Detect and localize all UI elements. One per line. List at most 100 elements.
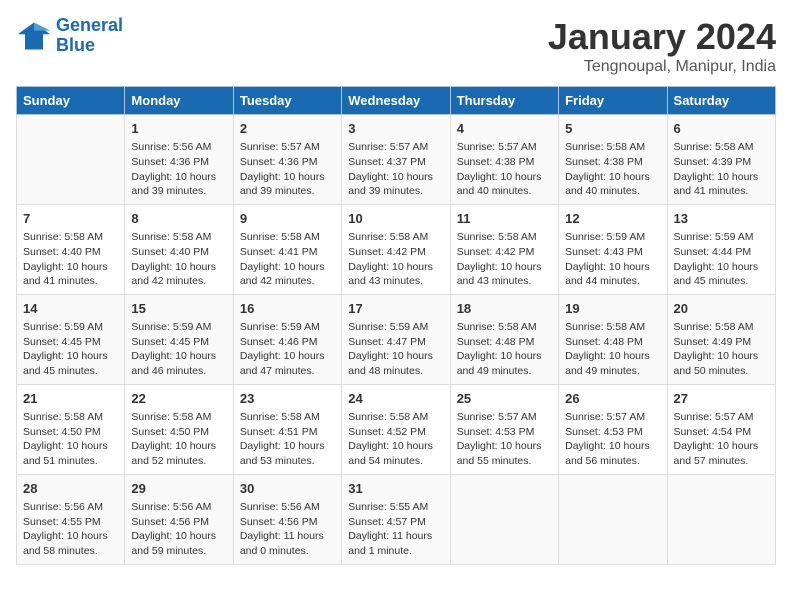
day-info: Sunrise: 5:57 AM Sunset: 4:37 PM Dayligh…	[348, 140, 443, 199]
day-number: 6	[674, 120, 769, 138]
day-number: 18	[457, 300, 552, 318]
day-number: 10	[348, 210, 443, 228]
day-number: 19	[565, 300, 660, 318]
day-number: 2	[240, 120, 335, 138]
day-number: 13	[674, 210, 769, 228]
calendar-cell: 1 Sunrise: 5:56 AM Sunset: 4:36 PM Daylig…	[125, 115, 233, 205]
calendar-cell: 5 Sunrise: 5:58 AM Sunset: 4:38 PM Daylig…	[559, 115, 667, 205]
calendar-table: SundayMondayTuesdayWednesdayThursdayFrid…	[16, 86, 776, 565]
day-info: Sunrise: 5:59 AM Sunset: 4:44 PM Dayligh…	[674, 230, 769, 289]
day-info: Sunrise: 5:56 AM Sunset: 4:36 PM Dayligh…	[131, 140, 226, 199]
calendar-header: SundayMondayTuesdayWednesdayThursdayFrid…	[17, 87, 776, 115]
day-number: 17	[348, 300, 443, 318]
calendar-cell: 11 Sunrise: 5:58 AM Sunset: 4:42 PM Dayli…	[450, 204, 558, 294]
logo-text: General Blue	[56, 16, 123, 56]
day-info: Sunrise: 5:58 AM Sunset: 4:40 PM Dayligh…	[131, 230, 226, 289]
calendar-cell: 4 Sunrise: 5:57 AM Sunset: 4:38 PM Daylig…	[450, 115, 558, 205]
week-row: 14Sunrise: 5:59 AM Sunset: 4:45 PM Dayli…	[17, 294, 776, 384]
day-number: 4	[457, 120, 552, 138]
day-number: 24	[348, 390, 443, 408]
calendar-cell: 9 Sunrise: 5:58 AM Sunset: 4:41 PM Daylig…	[233, 204, 341, 294]
calendar-cell	[667, 474, 775, 564]
day-number: 25	[457, 390, 552, 408]
calendar-cell: 30 Sunrise: 5:56 AM Sunset: 4:56 PM Dayli…	[233, 474, 341, 564]
header-day-tuesday: Tuesday	[233, 87, 341, 115]
day-info: Sunrise: 5:56 AM Sunset: 4:56 PM Dayligh…	[131, 500, 226, 559]
day-number: 27	[674, 390, 769, 408]
day-number: 1	[131, 120, 226, 138]
calendar-cell: 20 Sunrise: 5:58 AM Sunset: 4:49 PM Dayli…	[667, 294, 775, 384]
calendar-cell: 3 Sunrise: 5:57 AM Sunset: 4:37 PM Daylig…	[342, 115, 450, 205]
calendar-cell	[17, 115, 125, 205]
calendar-cell: 13 Sunrise: 5:59 AM Sunset: 4:44 PM Dayli…	[667, 204, 775, 294]
week-row: 1 Sunrise: 5:56 AM Sunset: 4:36 PM Daylig…	[17, 115, 776, 205]
header-day-wednesday: Wednesday	[342, 87, 450, 115]
day-number: 21	[23, 390, 118, 408]
logo: General Blue	[16, 16, 123, 56]
day-number: 29	[131, 480, 226, 498]
day-info: Sunrise: 5:58 AM Sunset: 4:38 PM Dayligh…	[565, 140, 660, 199]
day-info: Sunrise: 5:55 AM Sunset: 4:57 PM Dayligh…	[348, 500, 443, 559]
day-info: Sunrise: 5:58 AM Sunset: 4:41 PM Dayligh…	[240, 230, 335, 289]
day-number: 9	[240, 210, 335, 228]
day-info: Sunrise: 5:58 AM Sunset: 4:50 PM Dayligh…	[23, 410, 118, 469]
calendar-cell: 10Sunrise: 5:58 AM Sunset: 4:42 PM Dayli…	[342, 204, 450, 294]
calendar-body: 1 Sunrise: 5:56 AM Sunset: 4:36 PM Daylig…	[17, 115, 776, 565]
calendar-cell	[559, 474, 667, 564]
header: General Blue January 2024 Tengnoupal, Ma…	[16, 16, 776, 76]
calendar-cell: 2Sunrise: 5:57 AM Sunset: 4:36 PM Daylig…	[233, 115, 341, 205]
calendar-cell: 28Sunrise: 5:56 AM Sunset: 4:55 PM Dayli…	[17, 474, 125, 564]
header-day-monday: Monday	[125, 87, 233, 115]
calendar-cell: 8 Sunrise: 5:58 AM Sunset: 4:40 PM Daylig…	[125, 204, 233, 294]
calendar-cell: 22Sunrise: 5:58 AM Sunset: 4:50 PM Dayli…	[125, 384, 233, 474]
day-info: Sunrise: 5:59 AM Sunset: 4:46 PM Dayligh…	[240, 320, 335, 379]
title-area: January 2024 Tengnoupal, Manipur, India	[548, 16, 776, 76]
calendar-cell: 18Sunrise: 5:58 AM Sunset: 4:48 PM Dayli…	[450, 294, 558, 384]
day-number: 3	[348, 120, 443, 138]
day-info: Sunrise: 5:58 AM Sunset: 4:48 PM Dayligh…	[565, 320, 660, 379]
header-row: SundayMondayTuesdayWednesdayThursdayFrid…	[17, 87, 776, 115]
header-day-saturday: Saturday	[667, 87, 775, 115]
day-info: Sunrise: 5:59 AM Sunset: 4:47 PM Dayligh…	[348, 320, 443, 379]
day-number: 11	[457, 210, 552, 228]
day-info: Sunrise: 5:56 AM Sunset: 4:56 PM Dayligh…	[240, 500, 335, 559]
day-info: Sunrise: 5:58 AM Sunset: 4:40 PM Dayligh…	[23, 230, 118, 289]
header-day-sunday: Sunday	[17, 87, 125, 115]
day-info: Sunrise: 5:57 AM Sunset: 4:54 PM Dayligh…	[674, 410, 769, 469]
logo-icon	[16, 18, 52, 54]
day-number: 31	[348, 480, 443, 498]
calendar-cell: 12 Sunrise: 5:59 AM Sunset: 4:43 PM Dayli…	[559, 204, 667, 294]
calendar-cell: 17 Sunrise: 5:59 AM Sunset: 4:47 PM Dayli…	[342, 294, 450, 384]
day-info: Sunrise: 5:59 AM Sunset: 4:45 PM Dayligh…	[23, 320, 118, 379]
calendar-cell: 16 Sunrise: 5:59 AM Sunset: 4:46 PM Dayli…	[233, 294, 341, 384]
calendar-cell	[450, 474, 558, 564]
day-number: 5	[565, 120, 660, 138]
calendar-cell: 6Sunrise: 5:58 AM Sunset: 4:39 PM Daylig…	[667, 115, 775, 205]
day-number: 12	[565, 210, 660, 228]
day-info: Sunrise: 5:58 AM Sunset: 4:49 PM Dayligh…	[674, 320, 769, 379]
day-number: 30	[240, 480, 335, 498]
calendar-cell: 27 Sunrise: 5:57 AM Sunset: 4:54 PM Dayli…	[667, 384, 775, 474]
calendar-title: January 2024	[548, 16, 776, 58]
calendar-cell: 23Sunrise: 5:58 AM Sunset: 4:51 PM Dayli…	[233, 384, 341, 474]
day-info: Sunrise: 5:58 AM Sunset: 4:42 PM Dayligh…	[457, 230, 552, 289]
header-day-friday: Friday	[559, 87, 667, 115]
week-row: 7 Sunrise: 5:58 AM Sunset: 4:40 PM Daylig…	[17, 204, 776, 294]
calendar-cell: 14Sunrise: 5:59 AM Sunset: 4:45 PM Dayli…	[17, 294, 125, 384]
day-info: Sunrise: 5:58 AM Sunset: 4:50 PM Dayligh…	[131, 410, 226, 469]
day-info: Sunrise: 5:59 AM Sunset: 4:45 PM Dayligh…	[131, 320, 226, 379]
day-info: Sunrise: 5:57 AM Sunset: 4:53 PM Dayligh…	[565, 410, 660, 469]
day-number: 23	[240, 390, 335, 408]
day-info: Sunrise: 5:57 AM Sunset: 4:53 PM Dayligh…	[457, 410, 552, 469]
calendar-cell: 19 Sunrise: 5:58 AM Sunset: 4:48 PM Dayli…	[559, 294, 667, 384]
day-number: 26	[565, 390, 660, 408]
day-number: 7	[23, 210, 118, 228]
day-number: 16	[240, 300, 335, 318]
day-number: 8	[131, 210, 226, 228]
day-info: Sunrise: 5:56 AM Sunset: 4:55 PM Dayligh…	[23, 500, 118, 559]
calendar-cell: 7 Sunrise: 5:58 AM Sunset: 4:40 PM Daylig…	[17, 204, 125, 294]
day-info: Sunrise: 5:57 AM Sunset: 4:38 PM Dayligh…	[457, 140, 552, 199]
calendar-cell: 29 Sunrise: 5:56 AM Sunset: 4:56 PM Dayli…	[125, 474, 233, 564]
day-number: 20	[674, 300, 769, 318]
day-info: Sunrise: 5:59 AM Sunset: 4:43 PM Dayligh…	[565, 230, 660, 289]
